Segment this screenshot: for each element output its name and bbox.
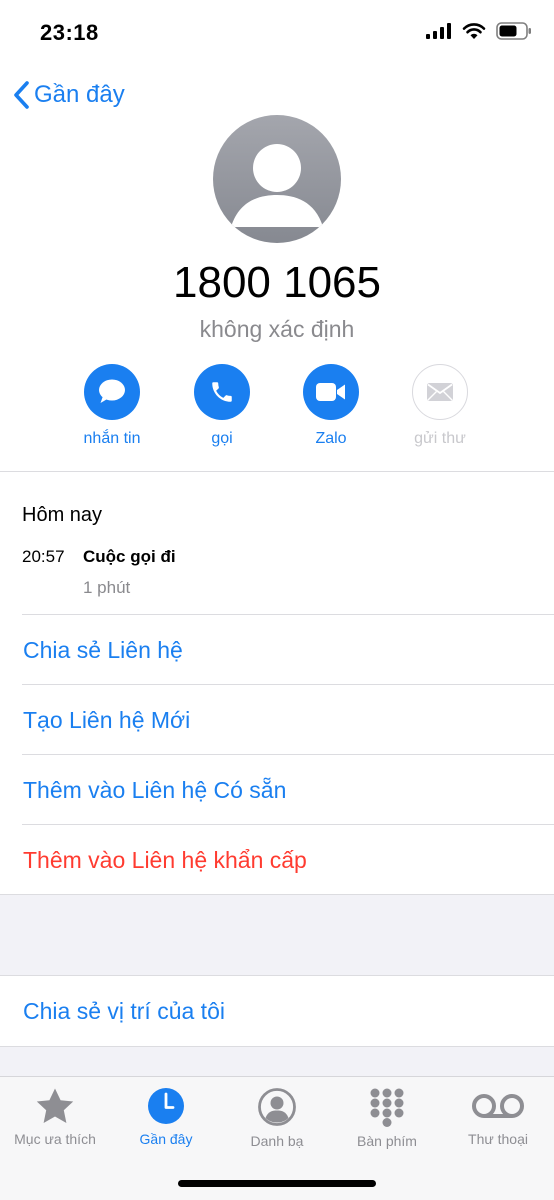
tab-favorites[interactable]: Mục ưa thích bbox=[0, 1087, 110, 1147]
mail-label: gửi thư bbox=[414, 430, 466, 447]
tab-label: Thư thoại bbox=[468, 1131, 528, 1147]
tab-recents[interactable]: Gần đây bbox=[111, 1087, 221, 1147]
share-location-row[interactable]: Chia sẻ vị trí của tôi bbox=[0, 976, 554, 1046]
divider bbox=[0, 471, 554, 472]
avatar bbox=[213, 115, 341, 243]
keypad-icon bbox=[370, 1088, 404, 1127]
tab-label: Gần đây bbox=[139, 1131, 193, 1147]
star-icon bbox=[36, 1088, 74, 1123]
clock-icon bbox=[148, 1088, 184, 1124]
back-button[interactable]: Gần đây bbox=[12, 80, 125, 110]
contact-subtitle: không xác định bbox=[199, 316, 355, 342]
add-emergency-contact-row[interactable]: Thêm vào Liên hệ khẩn cấp bbox=[0, 825, 554, 895]
phone-icon bbox=[212, 382, 232, 402]
message-label: nhắn tin bbox=[83, 430, 141, 447]
recent-date: Hôm nay bbox=[22, 504, 103, 526]
section-gap bbox=[0, 1047, 554, 1076]
add-to-existing-contact-row[interactable]: Thêm vào Liên hệ Có sẵn bbox=[0, 755, 554, 825]
mail-icon bbox=[427, 383, 453, 401]
status-time: 23:18 bbox=[40, 20, 99, 45]
contacts-icon bbox=[258, 1088, 296, 1126]
message-button[interactable]: nhắn tin bbox=[57, 364, 167, 448]
contact-number: 1800 1065 bbox=[173, 258, 381, 307]
battery-icon bbox=[496, 22, 531, 40]
status-bar: 23:18 bbox=[0, 0, 554, 68]
action-row: nhắn tin gọi Zalo gửi thư bbox=[0, 364, 554, 454]
chevron-left-icon bbox=[14, 81, 29, 109]
call-button[interactable]: gọi bbox=[167, 364, 277, 448]
signal-icon bbox=[426, 23, 451, 39]
person-silhouette-icon bbox=[213, 115, 341, 243]
home-indicator bbox=[178, 1180, 376, 1187]
call-label: gọi bbox=[211, 430, 233, 447]
status-icons bbox=[426, 22, 532, 40]
tab-voicemail[interactable]: Thư thoại bbox=[443, 1087, 553, 1147]
back-label: Gần đây bbox=[34, 81, 125, 108]
message-icon bbox=[99, 379, 125, 403]
video-icon bbox=[316, 383, 345, 401]
zalo-label: Zalo bbox=[315, 430, 347, 447]
wifi-icon bbox=[462, 23, 486, 39]
call-time: 20:57 bbox=[22, 547, 65, 566]
tab-contacts[interactable]: Danh bạ bbox=[222, 1087, 332, 1149]
create-contact-row[interactable]: Tạo Liên hệ Mới bbox=[0, 685, 554, 755]
mail-button[interactable]: gửi thư bbox=[385, 364, 495, 448]
call-type: Cuộc gọi đi bbox=[83, 547, 176, 566]
tab-keypad[interactable]: Bàn phím bbox=[332, 1087, 442, 1149]
tab-label: Bàn phím bbox=[357, 1133, 417, 1149]
zalo-button[interactable]: Zalo bbox=[276, 364, 386, 448]
section-gap bbox=[0, 895, 554, 975]
tab-label: Danh bạ bbox=[250, 1133, 304, 1149]
tab-label: Mục ưa thích bbox=[14, 1131, 96, 1147]
voicemail-icon bbox=[472, 1094, 524, 1118]
call-duration: 1 phút bbox=[83, 578, 131, 597]
share-contact-row[interactable]: Chia sẻ Liên hệ bbox=[0, 615, 554, 685]
